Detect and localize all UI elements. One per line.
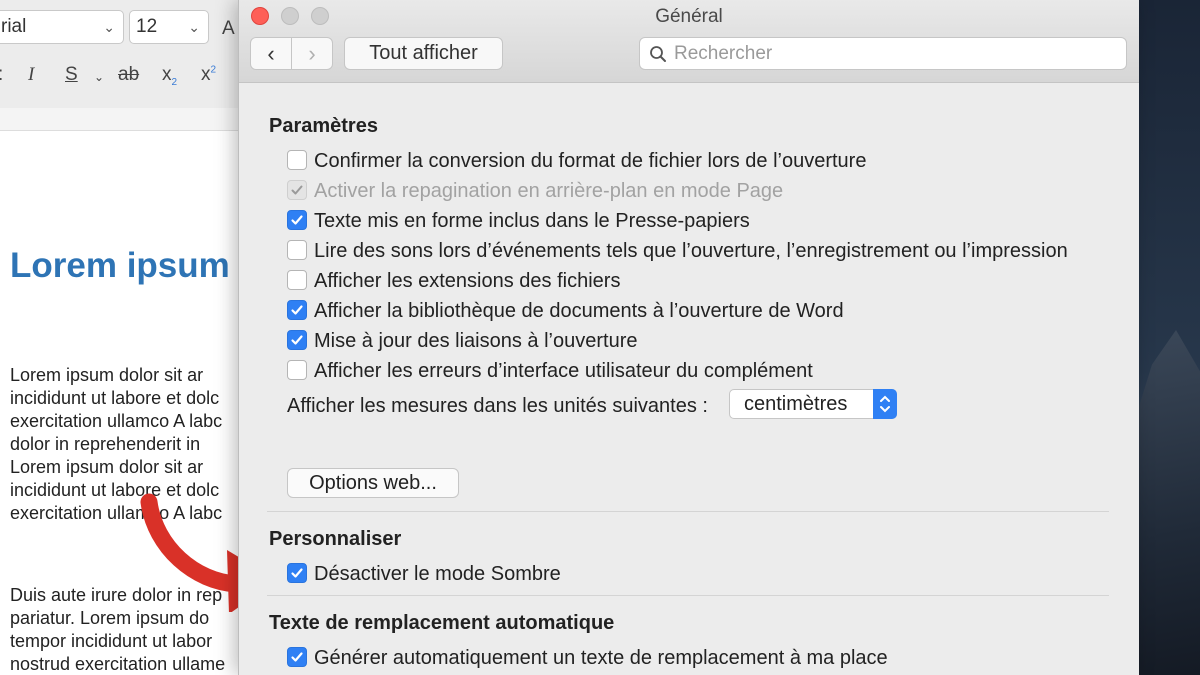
- checkbox[interactable]: [287, 300, 307, 320]
- chevron-down-icon: ⌄: [103, 19, 115, 35]
- checkbox: [287, 180, 307, 200]
- font-name-combo[interactable]: rial ⌄: [0, 10, 124, 44]
- units-label: Afficher les mesures dans les unités sui…: [287, 395, 708, 417]
- window-title: Général: [655, 6, 723, 27]
- option-label: Désactiver le mode Sombre: [314, 563, 561, 585]
- show-all-button[interactable]: Tout afficher: [344, 37, 503, 70]
- document-heading: Lorem ipsum: [10, 246, 230, 285]
- font-size-combo[interactable]: 12 ⌄: [129, 10, 209, 44]
- underline-options-chevron-icon[interactable]: ⌄: [94, 70, 104, 84]
- section-title-remplacement: Texte de remplacement automatique: [269, 612, 615, 634]
- checkbox[interactable]: [287, 360, 307, 380]
- underline-icon[interactable]: S: [65, 64, 78, 86]
- option-label: Mise à jour des liaisons à l’ouverture: [314, 330, 638, 352]
- section-divider: [267, 595, 1109, 596]
- word-ribbon: rial ⌄ 12 ⌄ : I S ⌄ ab x2 x2 A: [0, 0, 240, 109]
- forward-button[interactable]: ›: [292, 38, 332, 69]
- chevron-right-icon: ›: [308, 41, 316, 66]
- checkmark-icon: [291, 568, 303, 578]
- search-icon: [650, 46, 666, 62]
- ruler: [0, 108, 240, 131]
- back-button[interactable]: ‹: [251, 38, 291, 69]
- subscript-x: x: [162, 64, 172, 85]
- checkbox[interactable]: [287, 563, 307, 583]
- superscript-x: x: [201, 64, 211, 85]
- checkbox[interactable]: [287, 150, 307, 170]
- section-divider: [267, 511, 1109, 512]
- checkmark-icon: [291, 215, 303, 225]
- font-name-value: rial: [1, 16, 27, 37]
- preferences-window: Général ‹ › Tout afficher Rechercher Par…: [238, 0, 1139, 675]
- strikethrough-icon[interactable]: ab: [118, 64, 139, 86]
- checkmark-icon: [291, 335, 303, 345]
- option-label: Afficher les extensions des fichiers: [314, 270, 621, 292]
- option-label: Afficher les erreurs d’interface utilisa…: [314, 360, 813, 382]
- option-label: Afficher la bibliothèque de documents à …: [314, 300, 844, 322]
- search-placeholder: Rechercher: [674, 43, 773, 64]
- chevron-left-icon: ‹: [267, 41, 275, 66]
- units-select[interactable]: centimètres: [729, 389, 897, 419]
- font-grow-icon[interactable]: A: [222, 18, 235, 40]
- checkmark-icon: [291, 305, 303, 315]
- option-label: Confirmer la conversion du format de fic…: [314, 150, 867, 172]
- subscript-icon[interactable]: x2: [162, 64, 177, 88]
- chevron-down-icon: ⌄: [188, 19, 200, 35]
- navigation-buttons: ‹ ›: [250, 37, 333, 70]
- italic-icon[interactable]: I: [28, 64, 34, 86]
- select-stepper-icon: [873, 389, 897, 419]
- option-label: Générer automatiquement un texte de remp…: [314, 647, 888, 669]
- option-label: Activer la repagination en arrière-plan …: [314, 180, 784, 202]
- checkbox[interactable]: [287, 270, 307, 290]
- checkbox[interactable]: [287, 210, 307, 230]
- checkbox[interactable]: [287, 330, 307, 350]
- units-select-value: centimètres: [744, 393, 848, 415]
- bold-partial-icon[interactable]: :: [0, 64, 3, 86]
- checkbox[interactable]: [287, 240, 307, 260]
- checkmark-icon: [291, 185, 303, 195]
- checkmark-icon: [291, 652, 303, 662]
- section-title-parametres: Paramètres: [269, 115, 378, 137]
- superscript-icon[interactable]: x2: [201, 64, 216, 86]
- checkbox[interactable]: [287, 647, 307, 667]
- font-size-value: 12: [136, 16, 158, 37]
- search-field[interactable]: Rechercher: [639, 37, 1127, 70]
- option-label: Lire des sons lors d’événements tels que…: [314, 240, 1068, 262]
- web-options-button[interactable]: Options web...: [287, 468, 459, 498]
- option-label: Texte mis en forme inclus dans le Presse…: [314, 210, 750, 232]
- window-titlebar: Général ‹ › Tout afficher Rechercher: [239, 0, 1139, 83]
- section-title-personnaliser: Personnaliser: [269, 528, 402, 550]
